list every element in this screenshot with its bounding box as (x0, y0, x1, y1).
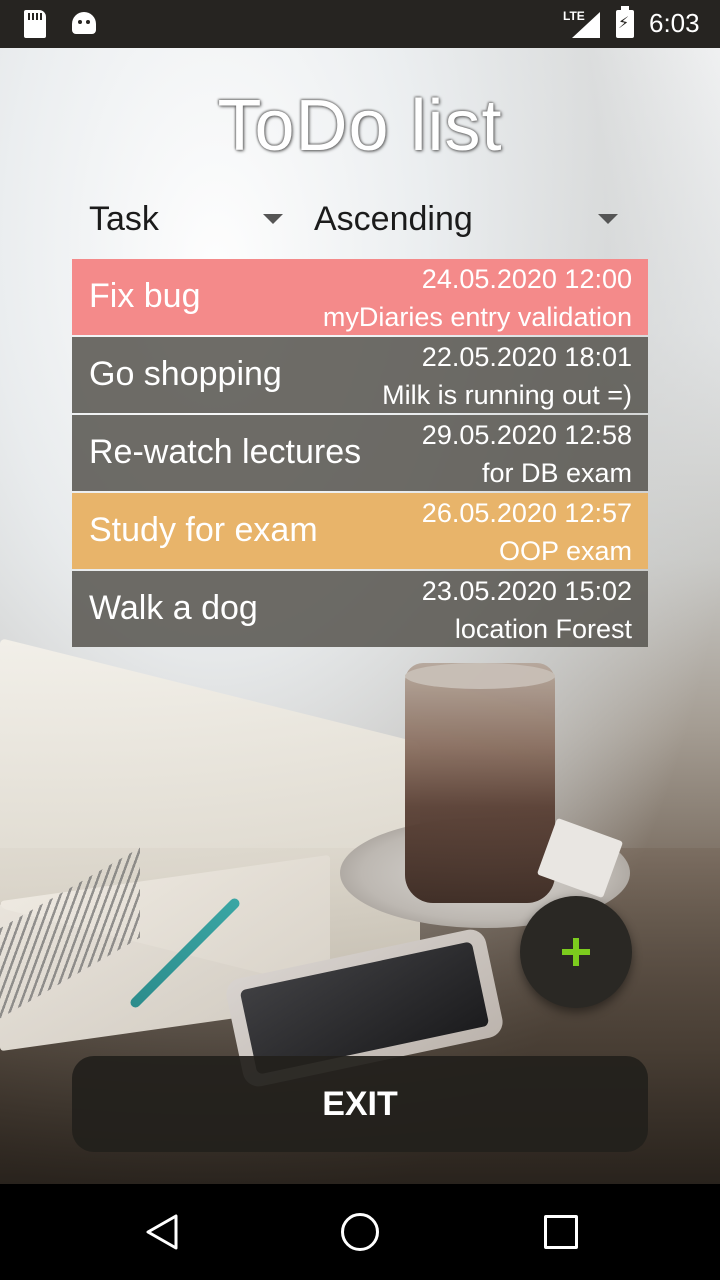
status-bar: LTE 6:03 (0, 0, 720, 48)
task-due-date: 23.05.2020 15:02 (421, 576, 632, 606)
task-note: Milk is running out =) (382, 380, 632, 410)
home-icon[interactable] (341, 1213, 379, 1251)
chevron-down-icon (598, 214, 618, 224)
sort-order-value: Ascending (314, 200, 473, 238)
recents-icon[interactable] (544, 1215, 578, 1249)
battery-charging-icon (616, 6, 634, 38)
task-due-date: 26.05.2020 12:57 (421, 498, 632, 528)
task-list: Fix bug 24.05.2020 12:00 myDiaries entry… (72, 259, 648, 649)
sort-field-dropdown[interactable]: Task (89, 190, 289, 250)
task-note: location Forest (454, 614, 632, 644)
task-due-date: 29.05.2020 12:58 (421, 420, 632, 450)
chevron-down-icon (263, 214, 283, 224)
task-name: Fix bug (89, 277, 201, 315)
sort-order-dropdown[interactable]: Ascending (314, 190, 624, 250)
sd-card-icon (24, 10, 46, 38)
task-note: OOP exam (498, 536, 632, 566)
sort-field-value: Task (89, 200, 159, 238)
task-row[interactable]: Fix bug 24.05.2020 12:00 myDiaries entry… (72, 259, 648, 335)
task-name: Re-watch lectures (89, 433, 362, 471)
navigation-bar (0, 1184, 720, 1280)
android-debug-icon (72, 12, 96, 34)
task-note: myDiaries entry validation (322, 302, 632, 332)
task-due-date: 22.05.2020 18:01 (421, 342, 632, 372)
task-row[interactable]: Walk a dog 23.05.2020 15:02 location For… (72, 571, 648, 647)
task-name: Walk a dog (89, 589, 258, 627)
task-note: for DB exam (481, 458, 632, 488)
status-clock: 6:03 (649, 8, 700, 38)
task-row[interactable]: Go shopping 22.05.2020 18:01 Milk is run… (72, 337, 648, 413)
exit-button[interactable]: EXIT (72, 1056, 648, 1152)
task-row[interactable]: Study for exam 26.05.2020 12:57 OOP exam (72, 493, 648, 569)
task-row[interactable]: Re-watch lectures 29.05.2020 12:58 for D… (72, 415, 648, 491)
plus-icon (562, 938, 590, 966)
task-due-date: 24.05.2020 12:00 (421, 264, 632, 294)
page-title: ToDo list (217, 86, 503, 166)
signal-icon (572, 12, 600, 38)
task-name: Go shopping (89, 355, 282, 393)
add-task-button[interactable] (520, 896, 632, 1008)
back-icon[interactable] (144, 1214, 180, 1250)
task-name: Study for exam (89, 511, 318, 549)
